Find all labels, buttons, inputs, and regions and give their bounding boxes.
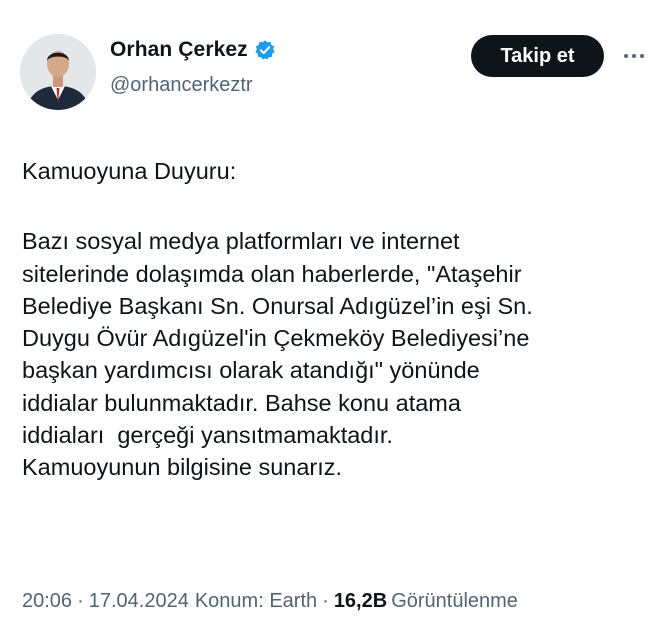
tweet-text: Kamuoyuna Duyuru: Bazı sosyal medya plat… — [22, 155, 642, 484]
author-name[interactable]: Orhan Çerkez — [110, 38, 248, 62]
avatar-image — [20, 34, 96, 110]
tweet-line: başkan yardımcısı olarak atandığı" yönün… — [22, 357, 480, 384]
tweet-line: sitelerinde dolaşımda olan haberlerde, "… — [22, 260, 522, 287]
tweet-line: Bazı sosyal medya platformları ve intern… — [22, 228, 460, 255]
tweet-location: Konum: Earth — [194, 590, 318, 612]
tweet-line: Belediye Başkanı Sn. Onursal Adıgüzel’in… — [22, 292, 533, 319]
tweet-heading: Kamuoyuna Duyuru: — [22, 158, 237, 184]
author-name-row: Orhan Çerkez — [110, 38, 276, 62]
tweet-line: iddiaları gerçeği yansıtmamaktadır. — [22, 422, 393, 449]
views-count: 16,2B — [333, 590, 388, 612]
meta-separator: · — [77, 590, 84, 612]
views-label: Görüntülenme — [391, 590, 518, 612]
meta-separator: · — [322, 590, 329, 612]
more-dot — [640, 54, 644, 58]
tweet: Orhan Çerkez @orhancerkeztr Takip et Kam… — [0, 0, 650, 639]
author-handle[interactable]: @orhancerkeztr — [110, 74, 253, 97]
more-options-icon[interactable] — [620, 44, 648, 68]
tweet-line: Duygu Övür Adıgüzel'in Çekmeköy Belediye… — [22, 325, 530, 352]
tweet-date[interactable]: 17.04.2024 — [89, 590, 189, 613]
tweet-meta: 20:06 · 17.04.2024 Konum: Earth · 16,2B … — [22, 590, 518, 613]
verified-badge-icon — [254, 39, 276, 61]
more-dot — [632, 54, 636, 58]
follow-button[interactable]: Takip et — [471, 35, 604, 77]
tweet-line: Kamuoyunun bilgisine sunarız. — [22, 454, 343, 481]
more-dot — [624, 54, 628, 58]
tweet-time[interactable]: 20:06 — [22, 590, 72, 613]
tweet-line: iddialar bulunmaktadır. Bahse konu atama — [22, 389, 461, 416]
avatar[interactable] — [20, 34, 96, 110]
